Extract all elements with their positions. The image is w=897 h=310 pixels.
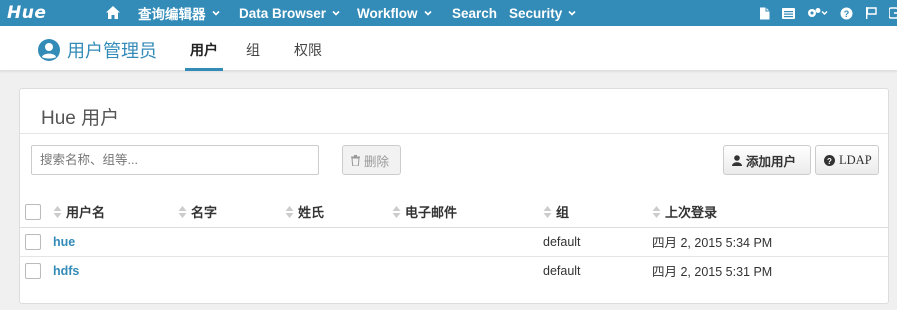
email-cell <box>392 227 543 257</box>
hue-logo[interactable]: Hue <box>7 3 67 23</box>
file-icon[interactable] <box>759 7 770 20</box>
help-icon[interactable]: ? <box>840 7 853 20</box>
tab-users[interactable]: 用户 <box>190 40 218 60</box>
page-title: Hue 用户 <box>41 108 120 129</box>
group-cell: default <box>543 227 652 257</box>
table-row: hue default 四月 2, 2015 5:34 PM <box>20 227 888 257</box>
row-select-cell <box>20 227 53 257</box>
nav-security-label: Security <box>509 5 563 21</box>
active-tab-indicator <box>185 68 223 71</box>
list-icon[interactable] <box>782 7 795 19</box>
question-circle-icon: ? <box>824 154 835 166</box>
nav-right-icons: ? <box>747 0 897 26</box>
chevron-down-icon <box>568 10 576 16</box>
group-cell: default <box>543 263 581 278</box>
sort-icon <box>285 206 294 219</box>
chevron-down-icon <box>332 10 340 16</box>
chevron-down-icon <box>211 10 220 16</box>
email-cell <box>392 256 543 285</box>
cogs-icon[interactable] <box>807 7 828 19</box>
ldap-button[interactable]: ? LDAP <box>815 145 879 175</box>
add-user-button[interactable]: 添加用户 <box>723 145 811 175</box>
first-name-cell <box>178 227 285 257</box>
select-all-checkbox[interactable] <box>25 204 41 221</box>
column-header-last-name[interactable]: 姓氏 <box>285 197 392 228</box>
add-user-label: 添加用户 <box>746 154 797 169</box>
users-card: Hue 用户 删除 添加用户 ? LDAP 用户名 <box>19 88 889 304</box>
logo-text: Hue <box>7 3 47 23</box>
row-checkbox[interactable] <box>25 262 41 279</box>
delete-button[interactable]: 删除 <box>342 145 401 175</box>
app-title[interactable]: 用户管理员 <box>37 37 157 63</box>
first-name-cell <box>178 256 285 285</box>
username-link[interactable]: hdfs <box>53 264 79 278</box>
last-name-cell <box>285 227 392 257</box>
column-header-last-login[interactable]: 上次登录 <box>652 197 888 228</box>
nav-query-editor-label: 查询编辑器 <box>138 7 206 22</box>
row-checkbox[interactable] <box>25 233 41 250</box>
ldap-label: LDAP <box>839 152 872 167</box>
nav-search-label: Search <box>452 5 498 21</box>
signout-icon[interactable] <box>889 7 897 19</box>
trash-icon <box>351 154 360 166</box>
last-name-cell <box>285 256 392 285</box>
table-header-row: 用户名 名字 姓氏 电子邮件 组 上次登录 <box>20 197 888 228</box>
divider <box>20 133 888 134</box>
sort-icon <box>543 206 552 219</box>
nav-data-browser[interactable]: Data Browser <box>239 0 340 26</box>
app-subheader: 用户管理员 用户 组 权限 <box>0 26 897 71</box>
nav-data-browser-label: Data Browser <box>239 5 327 21</box>
column-header-username[interactable]: 用户名 <box>53 197 178 228</box>
flag-icon[interactable] <box>865 7 877 19</box>
home-icon[interactable] <box>105 5 121 20</box>
select-all-cell <box>20 197 53 228</box>
tab-groups[interactable]: 组 <box>246 40 260 60</box>
tab-permissions[interactable]: 权限 <box>294 40 322 60</box>
svg-text:?: ? <box>844 9 850 19</box>
users-table: 用户名 名字 姓氏 电子邮件 组 上次登录 hue default 四月 2, … <box>20 197 888 285</box>
sort-icon <box>392 206 401 219</box>
user-circle-icon <box>38 39 60 61</box>
sort-icon <box>53 206 62 219</box>
svg-text:?: ? <box>827 156 832 165</box>
top-navbar: Hue 查询编辑器 Data Browser Workflow Search S… <box>0 0 897 26</box>
app-title-label: 用户管理员 <box>67 41 157 61</box>
table-row: hdfs default 四月 2, 2015 5:31 PM <box>20 256 888 285</box>
last-login-cell: 四月 2, 2015 5:31 PM <box>652 265 773 280</box>
user-icon <box>732 154 742 166</box>
search-input[interactable] <box>31 145 319 175</box>
username-link[interactable]: hue <box>53 235 75 249</box>
nav-search[interactable]: Search <box>452 0 497 26</box>
nav-security[interactable]: Security <box>509 0 576 26</box>
column-header-email[interactable]: 电子邮件 <box>392 197 543 228</box>
row-select-cell <box>20 256 53 285</box>
chevron-down-icon <box>423 10 432 16</box>
sort-icon <box>178 206 187 219</box>
column-header-group[interactable]: 组 <box>543 197 652 228</box>
nav-workflow[interactable]: Workflow <box>357 0 432 26</box>
sort-icon <box>652 206 661 219</box>
delete-label: 删除 <box>364 154 390 169</box>
nav-workflow-label: Workflow <box>357 5 418 21</box>
last-login-cell: 四月 2, 2015 5:34 PM <box>652 227 888 257</box>
nav-query-editor[interactable]: 查询编辑器 <box>138 0 220 26</box>
column-header-first-name[interactable]: 名字 <box>178 197 285 228</box>
